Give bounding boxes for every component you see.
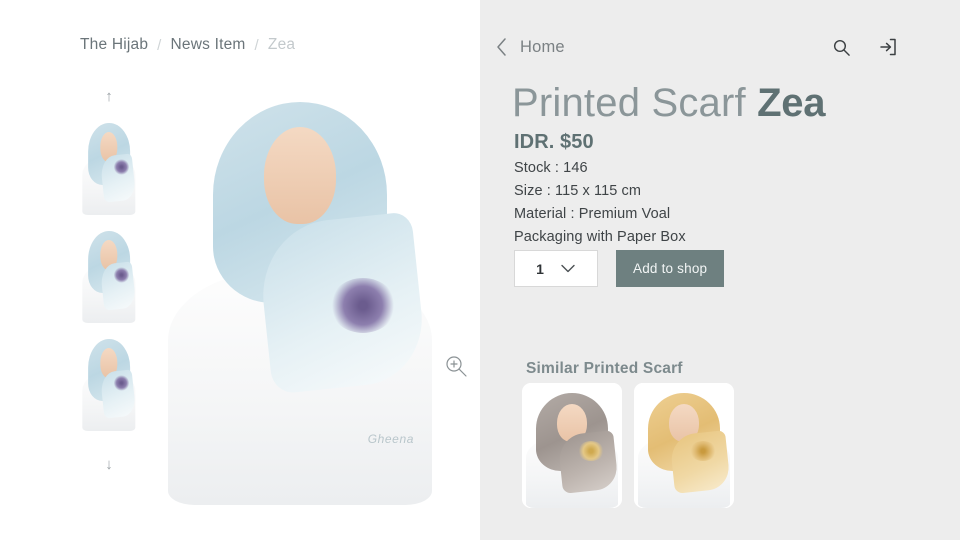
spec-material: Material : Premium Voal	[514, 206, 671, 222]
breadcrumb-separator: /	[254, 36, 259, 54]
spec-stock: Stock : 146	[514, 160, 588, 176]
gallery-thumbnail[interactable]	[80, 115, 138, 215]
spec-packaging: Packaging with Paper Box	[514, 229, 686, 245]
gallery-panel: The Hijab / News Item / Zea ↑ ↓ Gheena	[0, 0, 480, 540]
page-title: Printed Scarf Zea	[512, 82, 825, 124]
scroll-down-arrow-icon[interactable]: ↓	[105, 453, 113, 475]
header-actions	[832, 37, 898, 57]
gallery-thumbnail[interactable]	[80, 331, 138, 431]
quantity-value: 1	[536, 260, 544, 277]
thumbnail-image	[80, 331, 138, 431]
similar-products-list	[522, 383, 734, 508]
breadcrumb-item-the-hijab[interactable]: The Hijab	[80, 36, 148, 54]
scroll-up-arrow-icon[interactable]: ↑	[105, 85, 113, 107]
product-price: IDR. $50	[514, 131, 594, 153]
quantity-stepper[interactable]: 1	[514, 250, 598, 287]
product-detail-screen: The Hijab / News Item / Zea ↑ ↓ Gheena H…	[0, 0, 960, 540]
sign-in-icon[interactable]	[878, 37, 898, 57]
spec-size: Size : 115 x 115 cm	[514, 183, 642, 199]
product-title-light: Printed Scarf	[512, 81, 758, 125]
thumbnail-rail: ↑ ↓	[78, 85, 140, 485]
product-info-panel: Home Printed Scarf Zea IDR. $50 Stock: …	[480, 0, 960, 540]
gallery-thumbnail[interactable]	[80, 223, 138, 323]
product-specs: Stock : 146 Size : 115 x 115 cm Material…	[514, 160, 686, 245]
hero-product-image[interactable]: Gheena	[150, 85, 450, 505]
zoom-in-icon[interactable]	[443, 353, 469, 379]
chevron-left-icon	[494, 36, 509, 58]
similar-product-image	[634, 383, 734, 508]
hero-image-figure: Gheena	[150, 85, 450, 505]
panel-header: Home	[480, 30, 960, 64]
similar-product-card-areta[interactable]	[634, 383, 734, 508]
product-gallery: ↑ ↓ Gheena	[0, 85, 480, 505]
breadcrumb-separator: /	[157, 36, 162, 54]
breadcrumb: The Hijab / News Item / Zea	[80, 36, 295, 54]
thumbnail-image	[80, 223, 138, 323]
product-title-bold: Zea	[757, 81, 826, 125]
similar-product-card-fazia[interactable]	[522, 383, 622, 508]
chevron-down-icon	[560, 263, 576, 274]
similar-products-heading: Similar Printed Scarf	[526, 360, 683, 377]
add-to-shop-button[interactable]: Add to shop	[616, 250, 725, 287]
breadcrumb-item-zea: Zea	[267, 36, 296, 53]
search-icon[interactable]	[832, 38, 851, 57]
back-to-home-button[interactable]: Home	[494, 36, 565, 58]
home-label: Home	[520, 37, 565, 56]
breadcrumb-item-news-item[interactable]: News Item	[171, 36, 246, 54]
purchase-controls: 1 Add to shop	[514, 250, 725, 287]
thumbnail-image	[80, 115, 138, 215]
similar-product-image	[522, 383, 622, 508]
brand-watermark: Gheena	[367, 432, 414, 447]
